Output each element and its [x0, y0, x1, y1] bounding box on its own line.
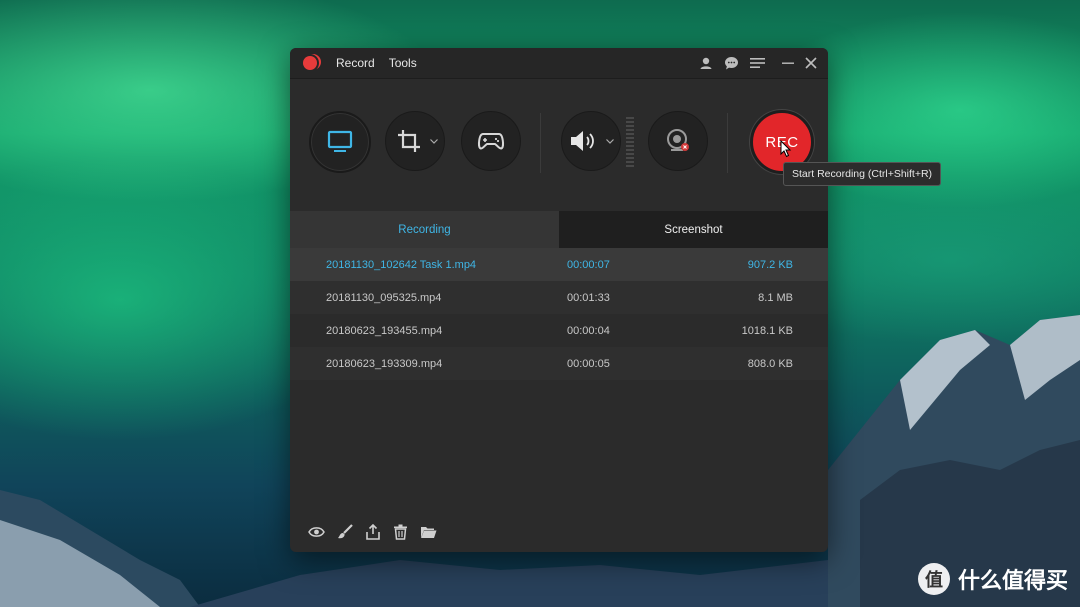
minimize-icon[interactable]	[782, 57, 794, 69]
watermark-text: 什么值得买	[957, 569, 1068, 594]
menu-record[interactable]: Record	[336, 56, 375, 70]
file-size: 1018.1 KB	[741, 324, 793, 337]
menu-icon[interactable]	[750, 57, 765, 69]
file-size: 8.1 MB	[758, 291, 793, 304]
audio-level-meter	[626, 117, 634, 169]
screen-capture-button[interactable]	[309, 111, 371, 173]
watermark: 值 什么值得买	[917, 563, 1068, 595]
tab-bar: Recording Screenshot	[290, 211, 828, 248]
speaker-icon	[571, 131, 594, 151]
file-name: 20180623_193309.mp4	[326, 357, 443, 370]
toolbar: REC	[290, 79, 828, 232]
tab-screenshot[interactable]: Screenshot	[559, 211, 828, 248]
file-name: 20181130_095325.mp4	[326, 291, 442, 304]
table-row[interactable]: 20180623_193455.mp4 00:00:04 1018.1 KB	[290, 314, 828, 347]
folder-icon[interactable]	[420, 523, 437, 540]
user-icon[interactable]	[699, 56, 713, 70]
toolbar-divider	[540, 113, 541, 173]
close-icon[interactable]	[805, 57, 817, 69]
crop-icon	[398, 130, 420, 152]
file-name: 20180623_193455.mp4	[326, 324, 443, 337]
file-size: 808.0 KB	[747, 357, 793, 370]
game-mode-button[interactable]	[461, 111, 521, 171]
chevron-down-icon[interactable]	[606, 139, 614, 144]
table-row[interactable]: 20180623_193309.mp4 00:00:05 808.0 KB	[290, 347, 828, 380]
chat-icon[interactable]	[724, 56, 739, 70]
trash-icon[interactable]	[392, 523, 409, 540]
table-row[interactable]: 20181130_095325.mp4 00:01:33 8.1 MB	[290, 281, 828, 314]
brush-icon[interactable]	[336, 523, 353, 540]
toolbar-divider	[727, 113, 728, 173]
gamepad-icon	[478, 133, 504, 150]
webcam-icon	[667, 129, 689, 151]
region-crop-button[interactable]	[385, 111, 445, 171]
watermark-logo-icon: 值	[917, 563, 950, 595]
file-duration: 00:01:33	[567, 291, 610, 304]
share-icon[interactable]	[364, 523, 381, 540]
title-bar: Record Tools	[290, 48, 828, 79]
app-logo-icon	[303, 56, 317, 70]
tab-recording[interactable]: Recording	[290, 211, 559, 248]
screen-icon	[327, 130, 353, 152]
file-name: 20181130_102642 Task 1.mp4	[326, 258, 477, 271]
mouse-cursor-icon	[780, 140, 792, 158]
chevron-down-icon[interactable]	[430, 139, 438, 144]
file-size: 907.2 KB	[747, 258, 793, 271]
recording-list: 20181130_102642 Task 1.mp4 00:00:07 907.…	[290, 248, 828, 380]
webcam-button[interactable]	[648, 111, 708, 171]
file-duration: 00:00:07	[567, 258, 610, 271]
system-sound-button[interactable]	[561, 111, 621, 171]
file-duration: 00:00:04	[567, 324, 610, 337]
eye-icon[interactable]	[308, 523, 325, 540]
file-duration: 00:00:05	[567, 357, 610, 370]
table-row[interactable]: 20181130_102642 Task 1.mp4 00:00:07 907.…	[290, 248, 828, 281]
rec-tooltip: Start Recording (Ctrl+Shift+R)	[783, 162, 942, 186]
bottom-toolbar	[308, 523, 437, 540]
menu-tools[interactable]: Tools	[389, 56, 417, 70]
recorder-window: Record Tools Recording Screenshot 201811…	[290, 48, 828, 552]
